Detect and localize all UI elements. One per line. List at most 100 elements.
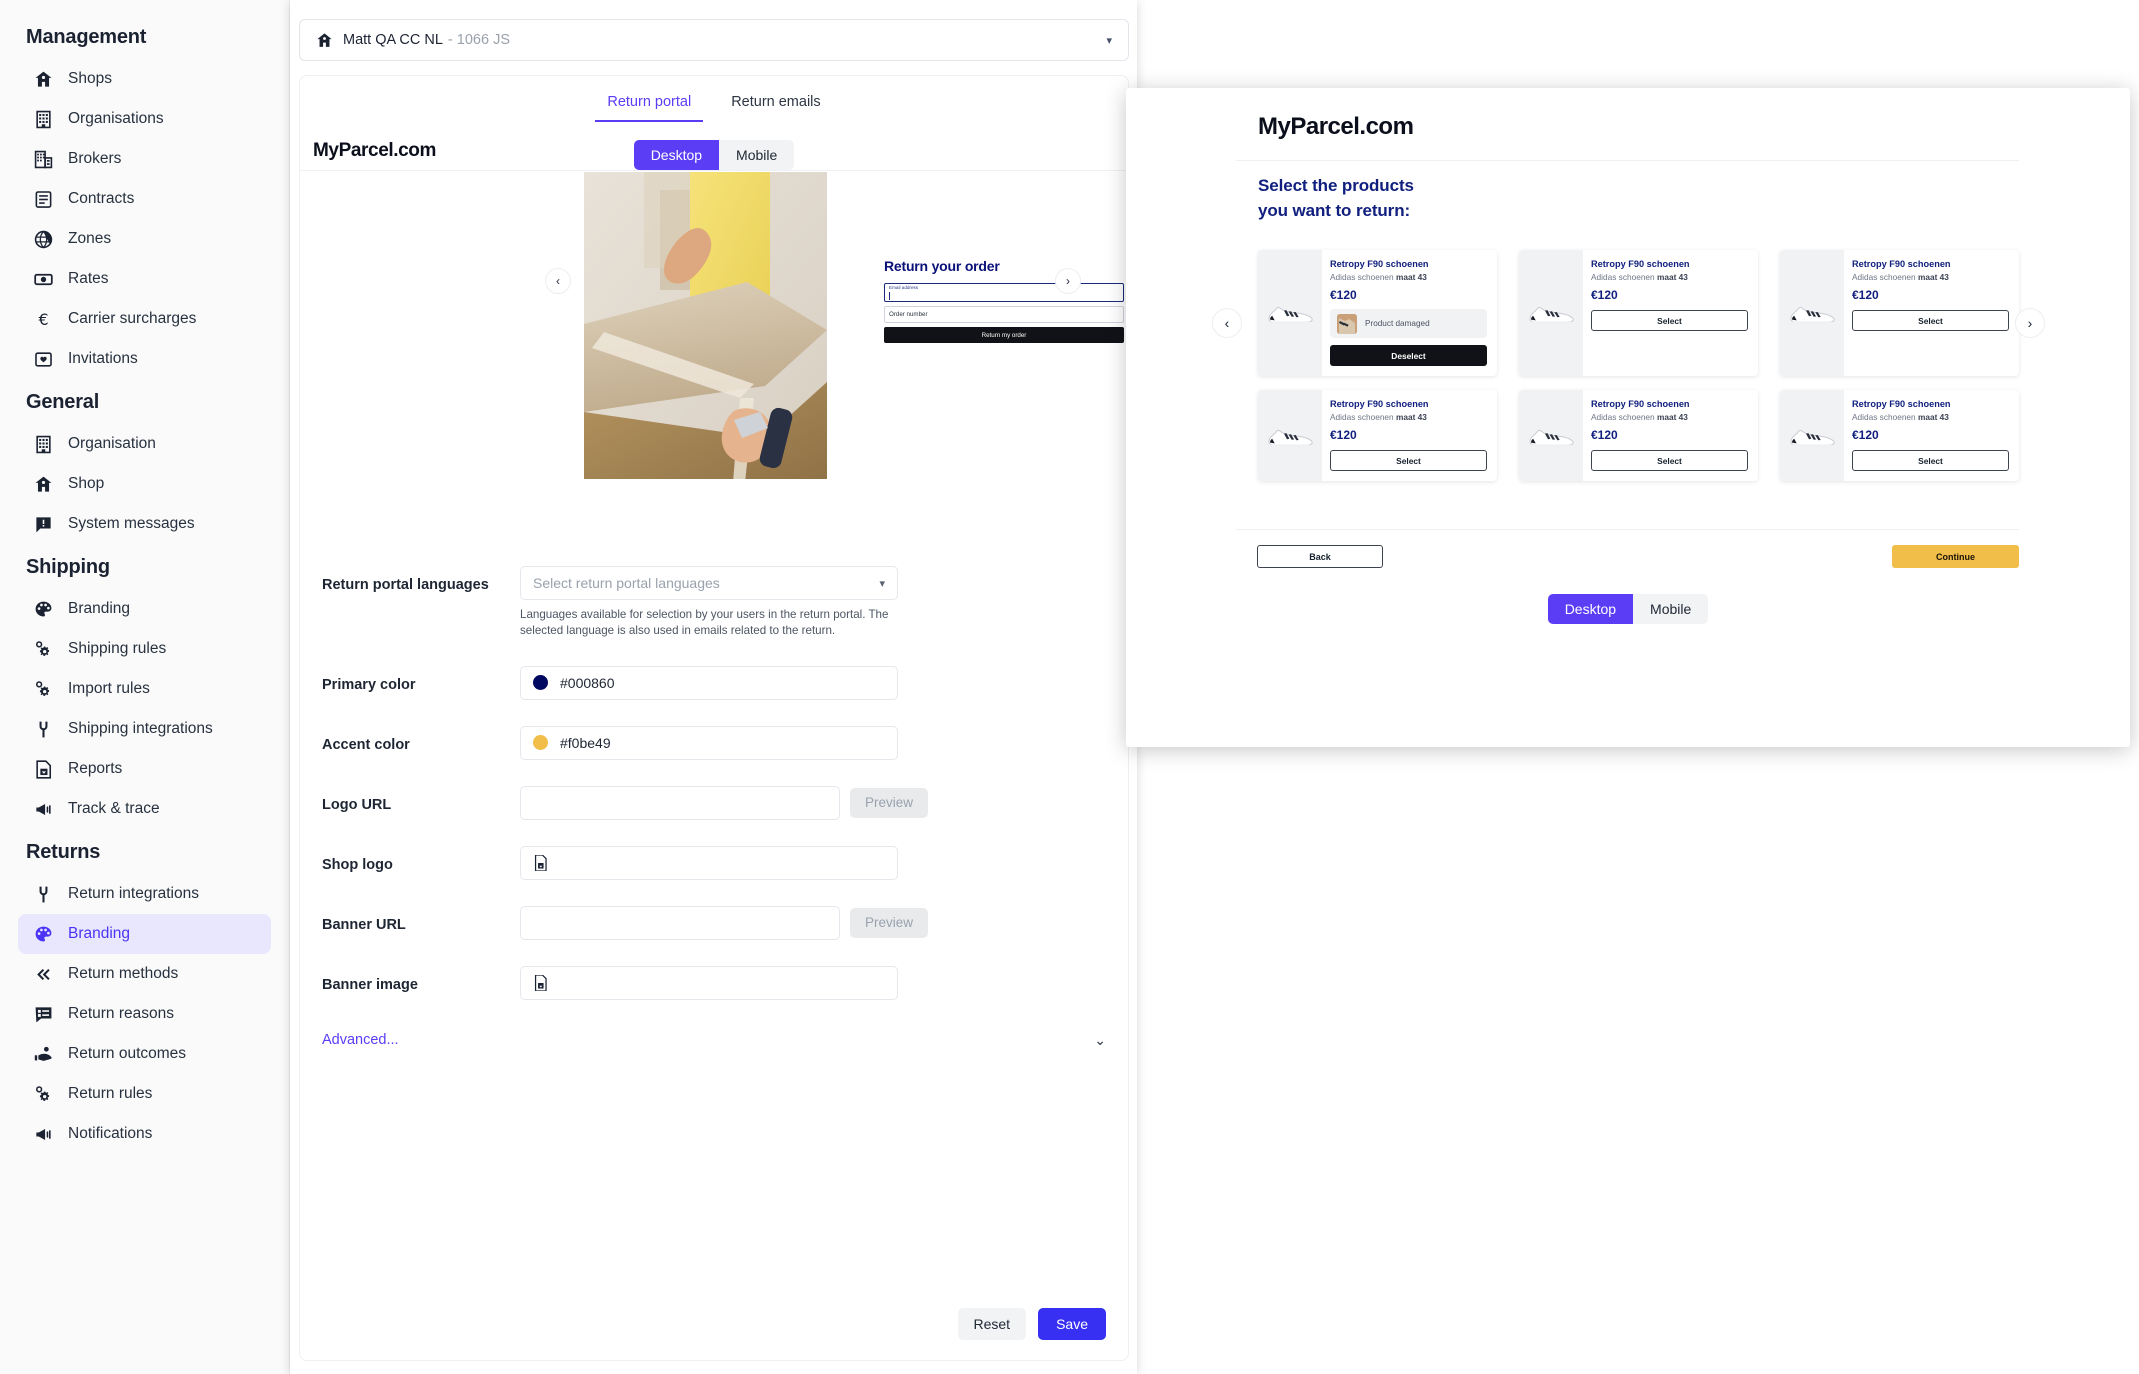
product-card[interactable]: Retropy F90 schoenenAdidas schoenen maat… [1258,390,1497,481]
form-row-shop-logo: Shop logo [322,846,1106,880]
advanced-link[interactable]: Advanced... [322,1032,399,1048]
chevron-down-icon[interactable]: ⌄ [1094,1032,1106,1049]
product-price: €120 [1591,428,1748,442]
sidebar-item-label: Branding [68,600,130,618]
preview-next-arrow-icon[interactable]: › [1055,268,1081,294]
overlay-next-arrow-icon[interactable]: › [2015,308,2045,338]
sidebar-item-organisations[interactable]: Organisations [18,99,271,139]
sidebar-item-reports[interactable]: Reports [18,749,271,789]
sidebar-item-branding[interactable]: Branding [18,589,271,629]
shop-code: - 1066 JS [448,32,510,48]
product-select-button[interactable]: Select [1852,310,2009,331]
shop-selector[interactable]: Matt QA CC NL - 1066 JS ▾ [299,19,1129,61]
gear-icon [32,1083,54,1105]
banner-url-preview-button[interactable]: Preview [850,908,928,938]
form-row-banner-url: Banner URL Preview [322,906,1106,940]
product-return-reason[interactable]: Product damaged [1330,309,1487,338]
sidebar-item-shipping-integrations[interactable]: Shipping integrations [18,709,271,749]
sidebar-item-shipping-rules[interactable]: Shipping rules [18,629,271,669]
product-price: €120 [1330,288,1487,302]
product-name: Retropy F90 schoenen [1852,399,2009,409]
gear-icon [32,638,54,660]
sidebar-item-zones[interactable]: Zones [18,219,271,259]
save-button[interactable]: Save [1038,1308,1106,1340]
sidebar-item-branding[interactable]: Branding [18,914,271,954]
sidebar-item-label: Contracts [68,190,134,208]
product-deselect-button[interactable]: Deselect [1330,345,1487,366]
primary-color-swatch [533,675,548,690]
main-panel: Matt QA CC NL - 1066 JS ▾ Return portal … [290,0,1137,1374]
preview-email-input[interactable]: Email address [884,283,1124,302]
product-select-button[interactable]: Select [1852,450,2009,471]
text-cursor [889,292,890,300]
sidebar-item-import-rules[interactable]: Import rules [18,669,271,709]
label-primary-color: Primary color [322,666,520,693]
home-icon [32,68,54,90]
overlay-back-button[interactable]: Back [1257,545,1383,568]
sidebar-item-shops[interactable]: Shops [18,59,271,99]
sidebar-item-return-rules[interactable]: Return rules [18,1074,271,1114]
product-card[interactable]: Retropy F90 schoenenAdidas schoenen maat… [1519,390,1758,481]
sidebar-item-system-messages[interactable]: System messages [18,504,271,544]
preview-order-input[interactable]: Order number [884,306,1124,323]
sidebar-item-return-outcomes[interactable]: Return outcomes [18,1034,271,1074]
input-logo-url[interactable] [520,786,840,820]
sidebar-item-organisation[interactable]: Organisation [18,424,271,464]
device-toggle-desktop[interactable]: Desktop [634,140,719,170]
product-select-button[interactable]: Select [1591,310,1748,331]
gear-icon [32,678,54,700]
product-size: maat 43 [1657,272,1688,282]
portal-preview: MyParcel.com [300,140,1128,540]
hand-package-icon [32,1043,54,1065]
preview-submit-button[interactable]: Return my order [884,327,1124,343]
product-description: Adidas schoenen maat 43 [1330,412,1487,422]
sidebar-item-invitations[interactable]: Invitations [18,339,271,379]
sidebar-item-label: Shipping rules [68,640,166,658]
sidebar-item-label: Rates [68,270,109,288]
chevron-down-icon[interactable]: ▾ [1106,34,1112,47]
product-select-button[interactable]: Select [1591,450,1748,471]
input-primary-color[interactable]: #000860 [520,666,898,700]
sidebar-item-rates[interactable]: Rates [18,259,271,299]
building-icon [32,108,54,130]
product-card[interactable]: Retropy F90 schoenenAdidas schoenen maat… [1780,390,2019,481]
sidebar-item-brokers[interactable]: Brokers [18,139,271,179]
product-card[interactable]: Retropy F90 schoenenAdidas schoenen maat… [1780,250,2019,376]
product-description-prefix: Adidas schoenen [1591,272,1657,282]
overlay-continue-button[interactable]: Continue [1892,545,2019,568]
product-card[interactable]: Retropy F90 schoenenAdidas schoenen maat… [1258,250,1497,376]
sidebar-item-shop[interactable]: Shop [18,464,271,504]
preview-submit-label: Return my order [982,332,1027,339]
sidebar-item-track-trace[interactable]: Track & trace [18,789,271,829]
tab-return-portal[interactable]: Return portal [595,88,703,122]
product-description-prefix: Adidas schoenen [1852,272,1918,282]
input-shop-logo[interactable] [520,846,898,880]
sidebar-item-label: Return integrations [68,885,199,903]
product-card[interactable]: Retropy F90 schoenenAdidas schoenen maat… [1519,250,1758,376]
product-image [1258,390,1322,481]
sidebar-item-contracts[interactable]: Contracts [18,179,271,219]
sidebar-item-label: Organisation [68,435,156,453]
preview-prev-arrow-icon[interactable]: ‹ [545,268,571,294]
input-banner-image[interactable] [520,966,898,1000]
device-toggle-mobile[interactable]: Mobile [719,140,794,170]
overlay-prev-arrow-icon[interactable]: ‹ [1212,308,1242,338]
sidebar-item-return-reasons[interactable]: Return reasons [18,994,271,1034]
preview-logo: MyParcel.com [313,140,436,162]
select-return-portal-languages[interactable]: Select return portal languages ▾ [520,566,898,600]
sidebar-item-notifications[interactable]: Notifications [18,1114,271,1154]
overlay-device-toggle-desktop[interactable]: Desktop [1548,594,1633,624]
file-upload-icon [533,855,548,871]
overlay-device-toggle-mobile[interactable]: Mobile [1633,594,1708,624]
megaphone-icon [32,1123,54,1145]
sidebar-item-return-methods[interactable]: Return methods [18,954,271,994]
sidebar-item-carrier-surcharges[interactable]: €Carrier surcharges [18,299,271,339]
input-accent-color[interactable]: #f0be49 [520,726,898,760]
sidebar-item-return-integrations[interactable]: Return integrations [18,874,271,914]
sidebar: ManagementShopsOrganisationsBrokersContr… [0,0,290,1374]
input-banner-url[interactable] [520,906,840,940]
product-select-button[interactable]: Select [1330,450,1487,471]
logo-url-preview-button[interactable]: Preview [850,788,928,818]
tab-return-emails[interactable]: Return emails [719,88,832,122]
reset-button[interactable]: Reset [958,1308,1027,1340]
